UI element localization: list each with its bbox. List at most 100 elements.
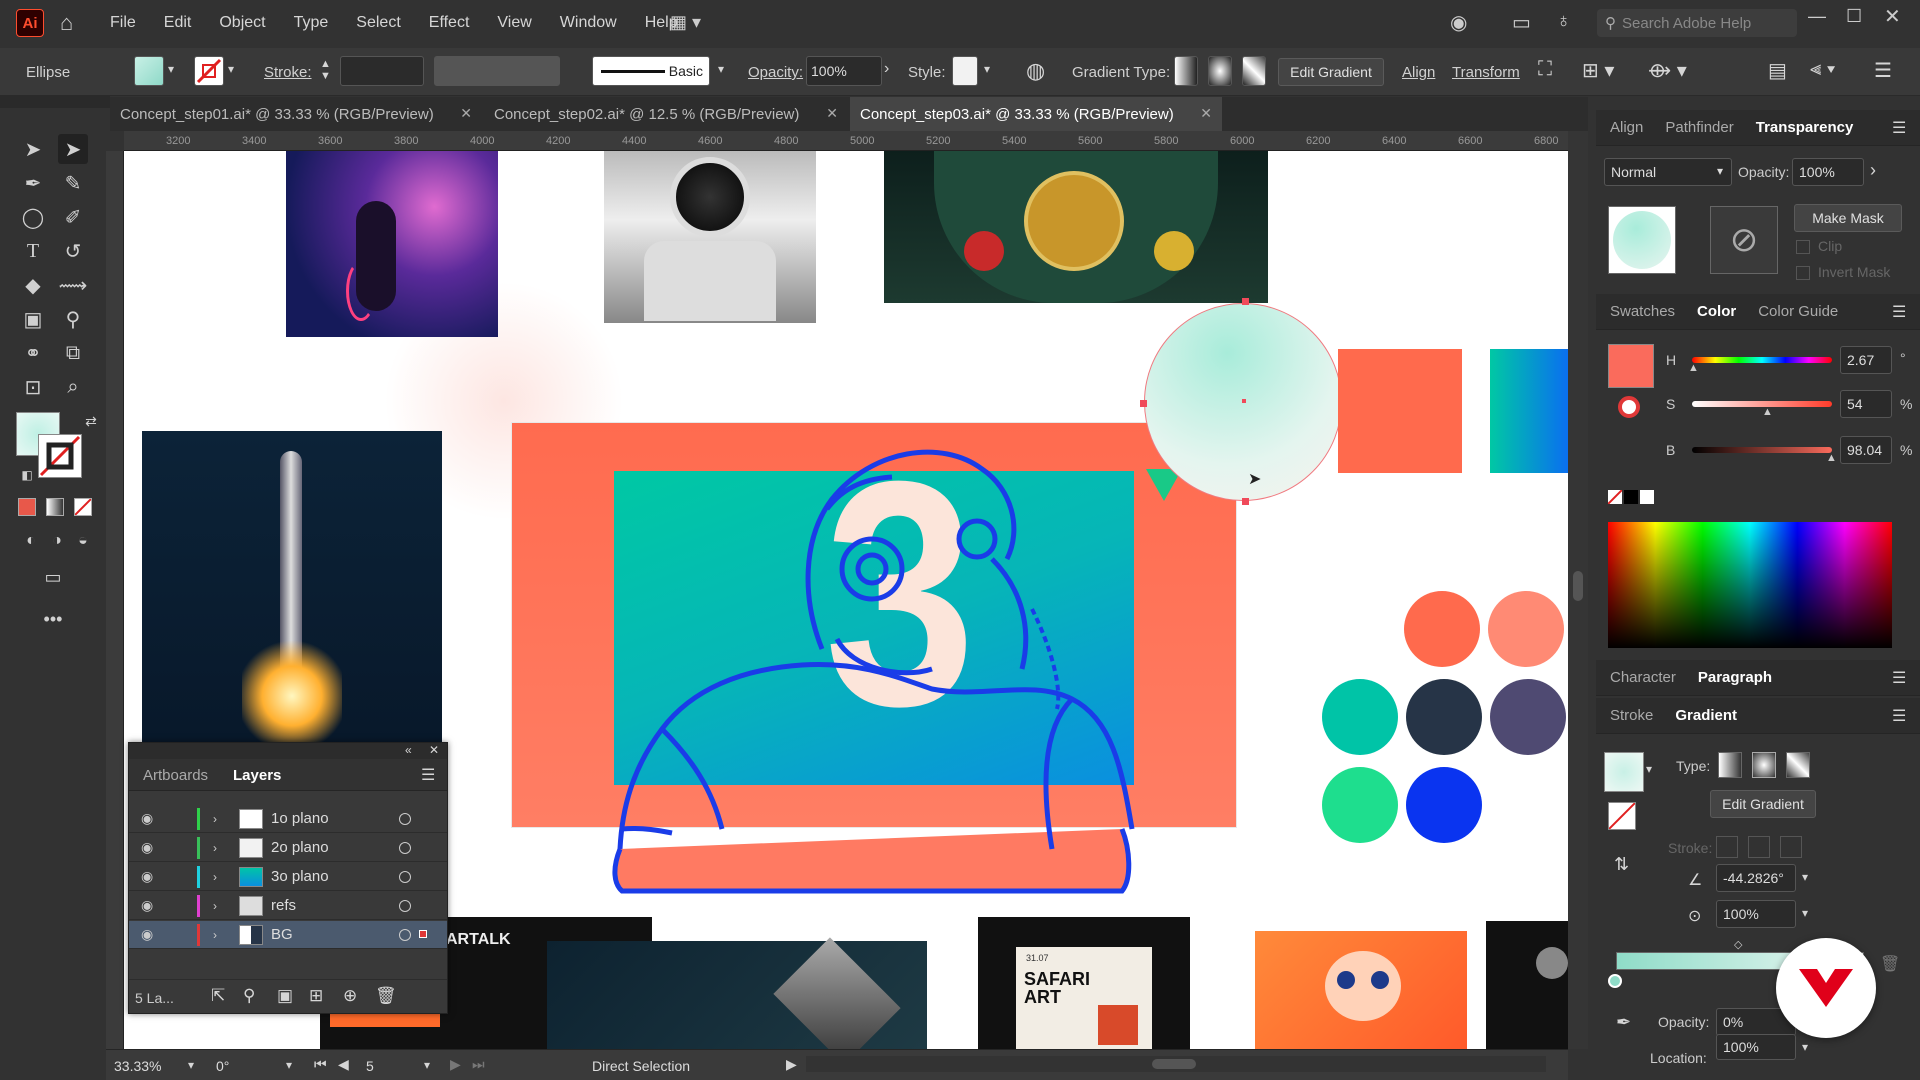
- stroke-weight-stepper[interactable]: ▲ ▼: [320, 58, 331, 82]
- visibility-eye-icon[interactable]: ◉: [141, 810, 153, 827]
- workspace-switcher-icon[interactable]: ▦ ▾: [670, 12, 701, 33]
- gradient-preset-dropdown-icon[interactable]: ▾: [1646, 762, 1652, 776]
- variable-width-field[interactable]: [434, 56, 560, 86]
- status-arrow-icon[interactable]: ▶: [786, 1056, 797, 1073]
- freeform-gradient-button[interactable]: [1242, 56, 1266, 86]
- linear-gradient-button[interactable]: [1718, 752, 1742, 778]
- visibility-eye-icon[interactable]: ◉: [141, 839, 153, 856]
- swap-fill-stroke-icon[interactable]: ⇄: [76, 406, 106, 436]
- brightness-slider[interactable]: [1692, 447, 1832, 453]
- zoom-dropdown-icon[interactable]: ▾: [188, 1058, 194, 1072]
- gradient-stroke-thumbnail[interactable]: [1608, 802, 1636, 830]
- hero-artboard[interactable]: 3: [511, 422, 1237, 894]
- reference-image-safari-poster[interactable]: 31.07 SAFARI ART: [978, 917, 1190, 1049]
- layer-row-refs[interactable]: ◉ › refs: [129, 892, 447, 920]
- last-artboard-icon[interactable]: ⏭: [472, 1056, 485, 1073]
- menu-select[interactable]: Select: [356, 14, 400, 32]
- panel-menu-icon[interactable]: ☰: [421, 765, 435, 785]
- stroke-swatch-large[interactable]: [38, 434, 82, 478]
- stroke-gradient-option-2[interactable]: [1748, 836, 1770, 858]
- ellipse-tool-icon[interactable]: ◯: [18, 202, 48, 232]
- panel-menu-icon[interactable]: ☰: [1892, 668, 1906, 688]
- tab-stroke[interactable]: Stroke: [1610, 707, 1653, 724]
- gradient-stop-left[interactable]: [1608, 974, 1622, 988]
- collapse-panel-icon[interactable]: «: [405, 743, 412, 757]
- layer-row-3o-plano[interactable]: ◉ › 3o plano: [129, 863, 447, 891]
- artboard-dropdown-icon[interactable]: ▾: [424, 1058, 430, 1072]
- target-circle-icon[interactable]: [399, 899, 411, 912]
- align-link[interactable]: Align: [1402, 64, 1435, 81]
- location-dropdown-icon[interactable]: ▾: [1802, 1040, 1808, 1054]
- isolate-icon[interactable]: ⛶: [1538, 58, 1552, 81]
- reverse-gradient-icon[interactable]: ⇅: [1614, 854, 1629, 875]
- swatch-circle-teal[interactable]: [1322, 679, 1398, 755]
- angle-dropdown-icon[interactable]: ▾: [1802, 870, 1808, 884]
- eraser-tool-icon[interactable]: ◆: [18, 270, 48, 300]
- stroke-gradient-option-3[interactable]: [1780, 836, 1802, 858]
- gradient-mode-button[interactable]: [46, 498, 64, 516]
- recolor-artwork-icon[interactable]: ◍: [1026, 58, 1045, 84]
- fill-swatch[interactable]: [134, 56, 164, 86]
- tab-character[interactable]: Character: [1610, 669, 1676, 686]
- close-tab-icon[interactable]: ✕: [1200, 105, 1212, 122]
- color-spectrum[interactable]: [1608, 522, 1892, 648]
- make-mask-button[interactable]: Make Mask: [1794, 204, 1902, 232]
- next-artboard-icon[interactable]: ▶: [450, 1056, 461, 1073]
- visibility-eye-icon[interactable]: ◉: [141, 868, 153, 885]
- layer-row-bg[interactable]: ◉ › BG: [129, 921, 447, 949]
- reference-image-astronaut-helmet[interactable]: [604, 151, 816, 323]
- delete-layer-icon[interactable]: 🗑: [375, 986, 397, 1006]
- gradient-aspect-field[interactable]: 100%: [1716, 900, 1796, 928]
- opacity-arrow-icon[interactable]: ›: [1870, 160, 1876, 181]
- artboard-number[interactable]: 5: [366, 1058, 374, 1074]
- eyedropper-icon[interactable]: ✒: [1616, 1012, 1631, 1033]
- black-swatch[interactable]: [1624, 490, 1638, 504]
- vertical-scrollbar[interactable]: [1568, 131, 1588, 1049]
- chevron-right-icon[interactable]: ›: [213, 899, 217, 913]
- user-icon[interactable]: ◉: [1450, 10, 1467, 35]
- puppet-warp-icon[interactable]: ⟴ ▾: [1648, 58, 1687, 83]
- panel-menu-icon[interactable]: ☰: [1892, 302, 1906, 322]
- stroke-weight-field[interactable]: [340, 56, 424, 86]
- fill-dropdown-icon[interactable]: ▾: [168, 62, 174, 76]
- opacity-arrow-icon[interactable]: ›: [884, 60, 889, 78]
- tab-concept-step01[interactable]: Concept_step01.ai* @ 33.33 % (RGB/Previe…: [110, 97, 482, 131]
- close-panel-icon[interactable]: ✕: [429, 743, 439, 757]
- menu-edit[interactable]: Edit: [164, 14, 192, 32]
- reference-image-orange-skull[interactable]: [1255, 931, 1467, 1049]
- white-swatch[interactable]: [1640, 490, 1654, 504]
- pen-tool-icon[interactable]: ✒: [18, 168, 48, 198]
- stroke-swatch[interactable]: [194, 56, 224, 86]
- visibility-eye-icon[interactable]: ◉: [141, 926, 153, 943]
- chevron-right-icon[interactable]: ›: [213, 841, 217, 855]
- scroll-thumb[interactable]: [1573, 571, 1583, 601]
- zoom-tool-icon[interactable]: ⌕: [58, 372, 88, 402]
- first-artboard-icon[interactable]: ⏮: [314, 1056, 327, 1073]
- tab-artboards[interactable]: Artboards: [143, 767, 208, 784]
- anchor-point[interactable]: [1140, 400, 1147, 407]
- tab-color-guide[interactable]: Color Guide: [1758, 303, 1838, 320]
- direct-selection-tool-icon[interactable]: ➤: [58, 134, 88, 164]
- menu-effect[interactable]: Effect: [429, 14, 470, 32]
- clip-checkbox[interactable]: [1796, 240, 1810, 254]
- default-colors-icon[interactable]: ◧: [12, 460, 42, 490]
- layer-row-2o-plano[interactable]: ◉ › 2o plano: [129, 834, 447, 862]
- panel-drag-bar[interactable]: « ✕: [129, 743, 447, 759]
- center-point[interactable]: [1242, 399, 1246, 403]
- color-stroke-swatch[interactable]: [1618, 396, 1640, 418]
- reference-image-pattern[interactable]: [1486, 921, 1568, 1049]
- zoom-level[interactable]: 33.33%: [114, 1058, 161, 1074]
- invert-mask-checkbox[interactable]: [1796, 266, 1810, 280]
- maximize-icon[interactable]: ☐: [1846, 6, 1862, 27]
- target-circle-icon[interactable]: [399, 928, 411, 941]
- graphic-style-swatch[interactable]: [952, 56, 978, 86]
- distribute-icon[interactable]: ⫷ ▾: [1810, 58, 1835, 81]
- previous-artboard-icon[interactable]: ◀: [338, 1056, 349, 1073]
- arrange-icon[interactable]: ▤: [1768, 58, 1787, 83]
- artboard-tool-icon[interactable]: ⊡: [18, 372, 48, 402]
- width-tool-icon[interactable]: ⟿: [58, 270, 88, 300]
- freeform-gradient-button[interactable]: [1786, 752, 1810, 778]
- chevron-right-icon[interactable]: ›: [213, 928, 217, 942]
- gradient-fill-thumbnail[interactable]: [1604, 752, 1644, 792]
- radial-gradient-button[interactable]: [1752, 752, 1776, 778]
